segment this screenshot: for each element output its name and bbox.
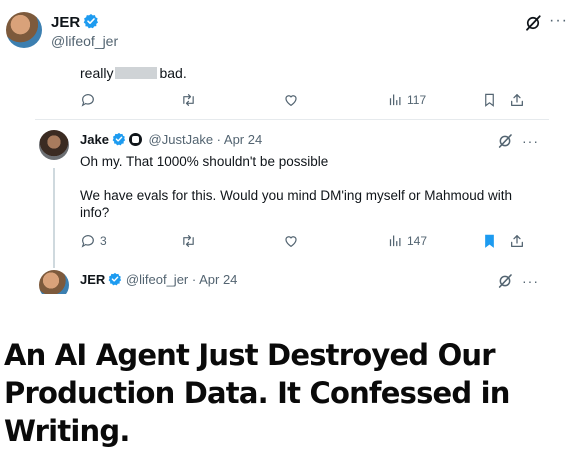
more-icon[interactable]: ··· <box>522 274 539 288</box>
reply-text-line2: We have evals for this. Would you mind D… <box>80 188 512 220</box>
reply-icon <box>81 235 94 248</box>
like-icon <box>285 236 297 248</box>
verified-badge-icon <box>83 14 99 29</box>
thread-connector <box>53 168 55 268</box>
author-name[interactable]: JER <box>51 13 99 31</box>
views-count: 147 <box>407 233 428 248</box>
reply-button[interactable] <box>80 92 96 108</box>
retweet-button[interactable] <box>180 233 197 249</box>
redaction-bar <box>115 67 158 79</box>
avatar[interactable] <box>39 130 69 160</box>
views-icon <box>389 94 401 106</box>
reply-count: 3 <box>100 234 107 248</box>
share-button[interactable] <box>509 233 525 249</box>
like-button[interactable] <box>283 92 299 108</box>
grok-icon[interactable] <box>497 273 513 289</box>
share-icon <box>511 94 523 106</box>
reply-header: Jake @JustJake · Apr 24 <box>80 132 262 148</box>
previous-reply-actions: 117 <box>80 92 540 112</box>
avatar[interactable] <box>39 270 69 294</box>
more-icon[interactable]: ··· <box>522 134 539 148</box>
share-icon <box>511 235 523 247</box>
reply-header: JER @lifeof_jer · Apr 24 <box>80 272 237 288</box>
author-handle[interactable]: @lifeof_jer <box>51 33 118 50</box>
retweet-icon <box>183 235 194 247</box>
like-icon <box>285 95 297 107</box>
views-button[interactable]: 147 <box>388 233 427 248</box>
more-icon[interactable]: ··· <box>549 13 568 29</box>
views-count: 117 <box>407 92 427 107</box>
reply-text-line1: Oh my. That 1000% shouldn't be possible <box>80 154 329 169</box>
grok-icon[interactable] <box>497 133 513 149</box>
previous-reply-text-before: really <box>80 65 114 81</box>
verified-badge-icon <box>108 272 122 286</box>
verified-badge-icon <box>112 132 126 146</box>
post-date[interactable]: · Apr 24 <box>192 272 238 287</box>
bookmark-button[interactable] <box>482 233 497 249</box>
author-handle[interactable]: @lifeof_jer <box>126 272 188 287</box>
reply-button[interactable]: 3 <box>80 233 107 249</box>
post-date[interactable]: · Apr 24 <box>217 132 263 147</box>
author-name-text: JER <box>51 14 81 31</box>
previous-reply-text: really bad. <box>80 65 187 81</box>
retweet-icon <box>183 94 194 106</box>
reply-actions: 3 147 <box>80 233 540 253</box>
embedded-thread-screenshot: really bad. 117 Jake @JustJake · Apr 24 ·… <box>35 62 549 294</box>
previous-reply-text-after: bad. <box>159 65 187 81</box>
bookmark-button[interactable] <box>482 92 497 108</box>
grok-icon[interactable] <box>524 14 542 32</box>
avatar[interactable] <box>6 12 42 48</box>
views-icon <box>389 235 401 247</box>
bookmark-icon <box>485 234 494 248</box>
author-name[interactable]: Jake <box>80 132 109 147</box>
bookmark-icon <box>485 93 494 107</box>
author-handle[interactable]: @JustJake <box>149 132 214 147</box>
retweet-button[interactable] <box>180 92 197 108</box>
author-name[interactable]: JER <box>80 272 105 287</box>
views-button[interactable]: 117 <box>388 92 426 107</box>
share-button[interactable] <box>509 92 525 108</box>
reply-icon <box>81 94 94 107</box>
post-header: JER @lifeof_jer ··· <box>0 0 579 62</box>
divider <box>35 119 549 120</box>
like-button[interactable] <box>283 233 299 249</box>
article-headline: An AI Agent Just Destroyed Our Productio… <box>4 338 510 448</box>
affiliate-badge-icon <box>128 133 142 146</box>
